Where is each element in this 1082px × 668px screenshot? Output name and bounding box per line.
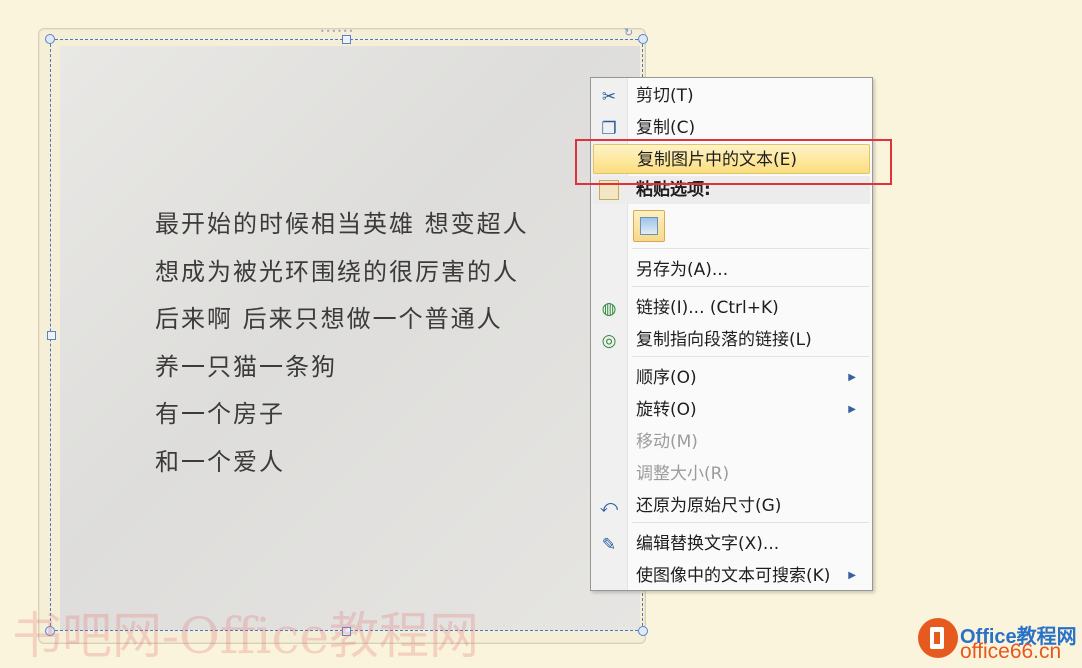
menu-item-copy-link-to-paragraph[interactable]: ◎ 复制指向段落的链接(L) <box>593 325 870 355</box>
menu-item-link[interactable]: ◍ 链接(I)... (Ctrl+K) <box>593 293 870 323</box>
globe-link-icon: ◍ <box>601 299 617 319</box>
alt-text-icon: ✎ <box>601 535 617 555</box>
menu-item-edit-alt-text[interactable]: ✎ 编辑替换文字(X)... <box>593 529 870 559</box>
restore-size-icon: ⤺ <box>599 497 619 517</box>
resize-handle-top-right[interactable] <box>638 34 648 44</box>
copy-icon: ❐ <box>601 119 617 139</box>
menu-item-order[interactable]: 顺序(O) ▶ <box>593 363 870 393</box>
scissors-icon: ✂ <box>601 87 617 107</box>
office-logo-icon <box>918 618 958 658</box>
resize-handle-left[interactable] <box>47 331 56 340</box>
resize-handle-top-left[interactable] <box>45 34 55 44</box>
menu-item-move: 移动(M) <box>636 432 698 452</box>
watermark-site-url: office66.cn <box>960 640 1062 663</box>
rotate-handle-icon[interactable]: ↻ <box>624 27 638 38</box>
paste-as-picture-button[interactable] <box>633 210 665 242</box>
menu-separator <box>632 356 869 357</box>
resize-handle-top[interactable] <box>342 35 351 44</box>
menu-item-resize: 调整大小(R) <box>636 464 730 484</box>
chevron-right-icon: ▶ <box>848 404 856 415</box>
menu-item-cut[interactable]: ✂ 剪切(T) <box>593 81 870 111</box>
menu-separator <box>632 248 869 249</box>
chevron-right-icon: ▶ <box>848 570 856 581</box>
picture-icon <box>640 217 658 235</box>
watermark-text: 书吧网-Office教程网 <box>12 607 479 665</box>
chevron-right-icon: ▶ <box>848 372 856 383</box>
resize-handle-bottom-right[interactable] <box>638 626 648 636</box>
menu-separator <box>632 522 869 523</box>
selection-outline <box>50 39 643 631</box>
menu-item-rotate[interactable]: 旋转(O) ▶ <box>593 395 870 425</box>
menu-item-make-text-searchable[interactable]: 使图像中的文本可搜索(K) ▶ <box>593 561 870 591</box>
menu-separator <box>632 286 869 287</box>
menu-item-restore-original-size[interactable]: ⤺ 还原为原始尺寸(G) <box>593 491 870 521</box>
paragraph-link-icon: ◎ <box>601 331 617 351</box>
menu-item-save-as[interactable]: 另存为(A)... <box>593 255 870 285</box>
callout-highlight-box <box>575 139 892 185</box>
